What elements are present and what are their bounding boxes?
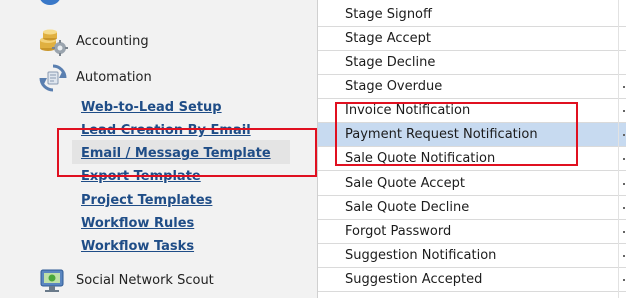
- template-row[interactable]: Invoice Notification: [318, 99, 626, 123]
- template-row[interactable]: Sale Quote Notification: [318, 147, 626, 171]
- category-label-accounting: Accounting: [76, 34, 149, 49]
- template-row-label: Stage Signoff: [345, 7, 432, 22]
- template-row-label: Forgot Password: [345, 224, 452, 239]
- template-row-label: Stage Overdue: [345, 79, 443, 94]
- nav-link-workflow-rules[interactable]: Workflow Rules: [81, 216, 194, 232]
- template-row[interactable]: Sale Quote Decline: [318, 196, 626, 220]
- category-social-network-scout[interactable]: Social Network Scout: [0, 265, 318, 295]
- template-row-label: Invoice Notification: [345, 103, 471, 118]
- social-network-icon: [38, 265, 68, 295]
- template-row-selected[interactable]: Payment Request Notification: [318, 123, 626, 147]
- row-overflow-marker: [622, 177, 626, 189]
- template-row[interactable]: Stage Decline: [318, 51, 626, 75]
- template-row[interactable]: Stage Overdue: [318, 75, 626, 99]
- row-overflow-marker: [622, 273, 626, 285]
- template-row-label: Sale Quote Decline: [345, 200, 470, 215]
- template-row[interactable]: Stage Accept: [318, 27, 626, 51]
- settings-sidebar: Accounting Automation Web-to-Lead Setup …: [0, 0, 318, 298]
- category-label-automation: Automation: [76, 70, 152, 85]
- template-row-label: Sale Quote Notification: [345, 151, 496, 166]
- template-row-label: Sale Quote Accept: [345, 176, 465, 191]
- nav-link-workflow-tasks[interactable]: Workflow Tasks: [81, 239, 194, 255]
- nav-link-export-template[interactable]: Export Template: [81, 169, 201, 185]
- template-row[interactable]: Sale Quote Accept: [318, 172, 626, 196]
- automation-refresh-icon: [38, 63, 68, 93]
- column-divider: [618, 0, 619, 298]
- template-row-label: Stage Decline: [345, 55, 436, 70]
- template-row-label: Suggestion Accepted: [345, 272, 483, 287]
- template-row[interactable]: Stage Signoff: [318, 3, 626, 27]
- nav-link-web-to-lead-setup[interactable]: Web-to-Lead Setup: [81, 100, 222, 116]
- category-accounting[interactable]: Accounting: [0, 26, 318, 56]
- row-overflow-marker: [622, 249, 626, 261]
- template-row-label: Stage Accept: [345, 31, 432, 46]
- email-template-list: Stage Signoff Stage Accept Stage Decline…: [318, 0, 626, 298]
- template-row-label: Suggestion Notification: [345, 248, 497, 263]
- row-overflow-marker: [622, 128, 626, 140]
- template-row[interactable]: Suggestion Accepted: [318, 268, 626, 292]
- row-overflow-marker: [622, 225, 626, 237]
- category-label-social-network-scout: Social Network Scout: [76, 273, 214, 288]
- row-overflow-marker: [622, 152, 626, 164]
- nav-link-lead-creation-by-email[interactable]: Lead Creation By Email: [81, 123, 251, 139]
- nav-link-project-templates[interactable]: Project Templates: [81, 193, 212, 209]
- row-overflow-marker: [622, 104, 626, 116]
- row-overflow-marker: [622, 80, 626, 92]
- template-row[interactable]: Forgot Password: [318, 220, 626, 244]
- collapsed-category-icon: [38, 0, 62, 6]
- category-automation[interactable]: Automation: [0, 63, 318, 93]
- template-row[interactable]: Suggestion Notification: [318, 244, 626, 268]
- nav-link-email-message-template[interactable]: Email / Message Template: [81, 146, 271, 162]
- accounting-icon: [38, 26, 68, 56]
- template-row-label: Payment Request Notification: [345, 127, 538, 142]
- row-overflow-marker: [622, 201, 626, 213]
